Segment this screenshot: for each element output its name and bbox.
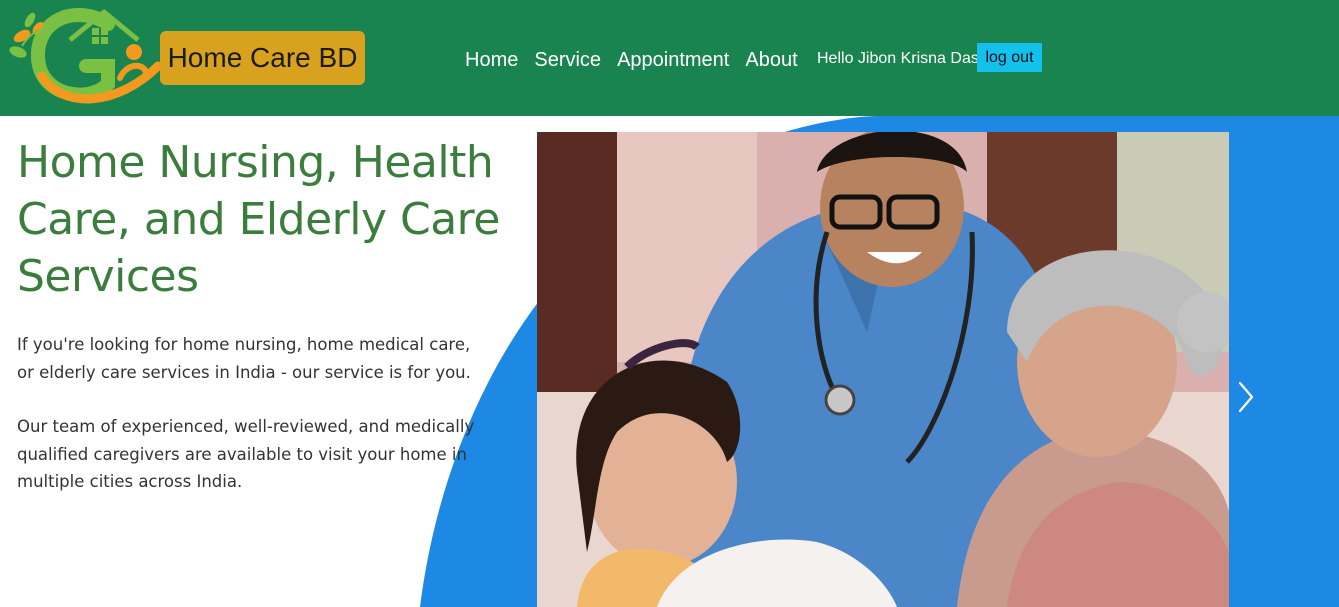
hero-carousel [537,132,1229,607]
chevron-right-icon[interactable] [1232,378,1260,416]
nav-about[interactable]: About [745,49,797,72]
user-greeting: Hello Jibon Krisna Das [817,50,979,67]
logout-button[interactable]: log out [977,43,1042,72]
nav-service[interactable]: Service [534,49,601,72]
home-care-logo-icon[interactable] [8,6,168,110]
navbar: Home Care BD Home Service Appointment Ab… [0,0,1339,116]
main-nav: Home Service Appointment About [465,46,798,74]
nav-appointment[interactable]: Appointment [617,49,729,72]
carousel-image [537,132,1229,607]
hero-paragraph-1: If you're looking for home nursing, home… [17,335,471,382]
hero-title: Home Nursing, Health Care, and Elderly C… [17,137,500,302]
brand-name[interactable]: Home Care BD [160,31,365,85]
hero-paragraph-2: Our team of experienced, well-reviewed, … [17,417,475,491]
nav-home[interactable]: Home [465,49,518,72]
